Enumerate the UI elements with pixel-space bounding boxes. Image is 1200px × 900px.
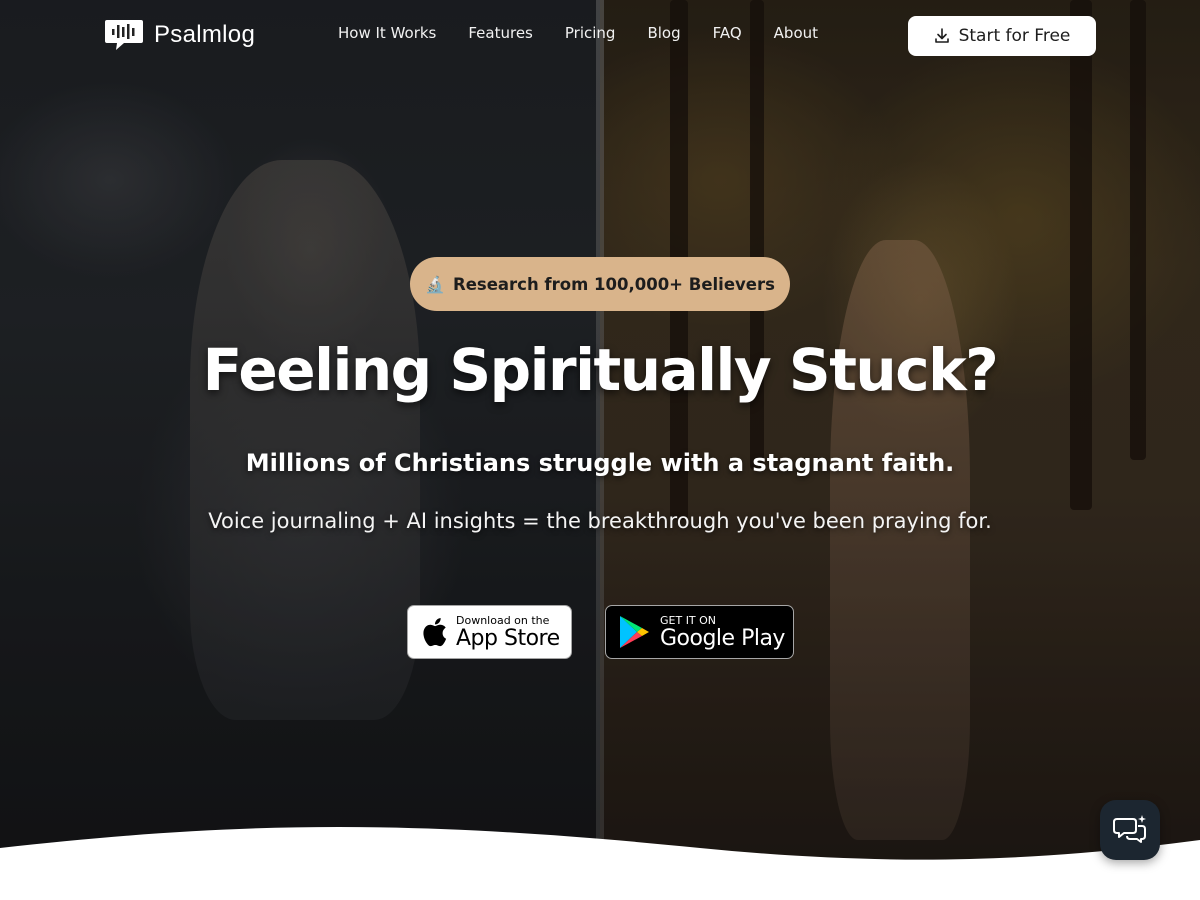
google-play-text: GET IT ON Google Play: [660, 615, 785, 650]
app-store-small-text: Download on the: [456, 613, 550, 627]
app-store-button[interactable]: Download on the App Store: [407, 605, 572, 659]
download-icon: [934, 28, 949, 43]
google-play-button[interactable]: GET IT ON Google Play: [605, 605, 794, 659]
start-for-free-label: Start for Free: [958, 26, 1071, 46]
research-badge-text: Research from 100,000+ Believers: [452, 274, 775, 294]
hero-headline: Feeling Spiritually Stuck?: [202, 336, 999, 404]
app-store-text: Download on the App Store: [456, 615, 560, 650]
top-navigation: Psalmlog How It Works Features Pricing B…: [0, 0, 1200, 72]
nav-links: How It Works Features Pricing Blog FAQ A…: [338, 24, 850, 42]
microscope-icon: 🔬: [425, 274, 445, 294]
google-play-icon: [618, 614, 652, 650]
chat-bubbles-icon: [1113, 815, 1146, 843]
research-badge: 🔬 Research from 100,000+ Believers: [410, 257, 790, 311]
google-play-small-text: GET IT ON: [660, 613, 717, 627]
start-for-free-button[interactable]: Start for Free: [908, 16, 1096, 56]
hero-subheadline: Millions of Christians struggle with a s…: [245, 449, 955, 477]
wave-divider: [0, 827, 1200, 900]
nav-link-blog[interactable]: Blog: [647, 24, 680, 42]
hero-tagline: Voice journaling + AI insights = the bre…: [208, 509, 992, 533]
sound-wave-bubble-icon: [104, 18, 144, 52]
nav-link-features[interactable]: Features: [468, 24, 533, 42]
google-play-big-text: Google Play: [660, 625, 785, 651]
chat-widget-button[interactable]: [1100, 800, 1160, 860]
nav-link-how-it-works[interactable]: How It Works: [338, 24, 436, 42]
logo[interactable]: Psalmlog: [104, 17, 255, 53]
apple-icon: [420, 616, 448, 648]
nav-link-pricing[interactable]: Pricing: [565, 24, 616, 42]
nav-link-faq[interactable]: FAQ: [713, 24, 742, 42]
hero-section: Psalmlog How It Works Features Pricing B…: [0, 0, 1200, 900]
brand-name: Psalmlog: [154, 21, 256, 48]
nav-link-about[interactable]: About: [774, 24, 818, 42]
app-store-big-text: App Store: [456, 625, 560, 651]
